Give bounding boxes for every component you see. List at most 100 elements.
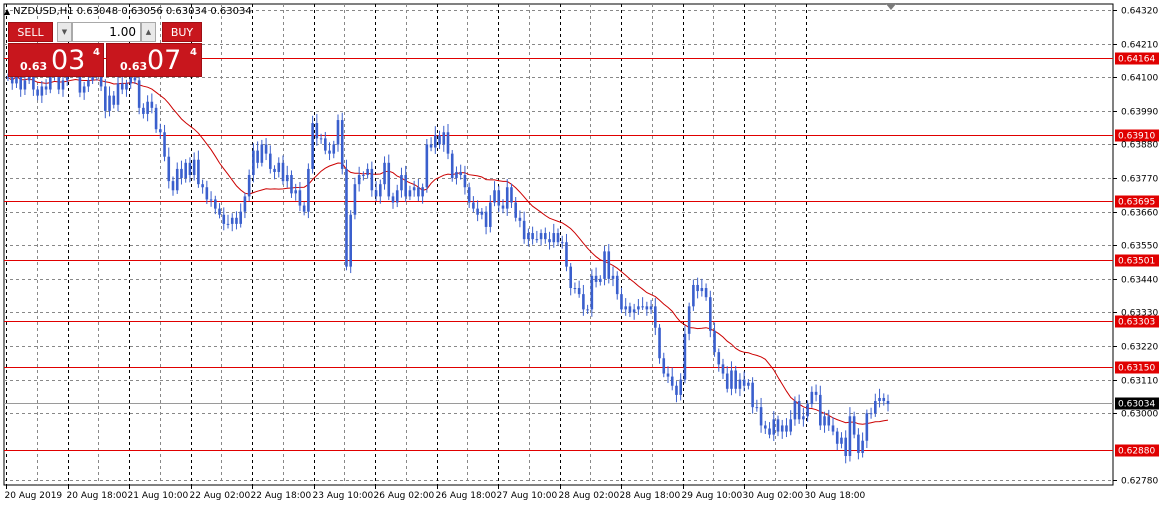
candle-body bbox=[725, 373, 729, 389]
candle-body bbox=[472, 202, 475, 209]
candle-body bbox=[256, 150, 259, 163]
candle-body bbox=[438, 135, 441, 145]
level-price-label: 0.63303 bbox=[1118, 318, 1155, 328]
buy-price-big: 07 bbox=[147, 45, 182, 76]
candle-body bbox=[806, 404, 809, 417]
lot-increase-button[interactable]: ▲ bbox=[141, 22, 156, 42]
candle-body bbox=[603, 251, 606, 279]
sell-price-box[interactable]: 0.63 03 4 bbox=[8, 43, 104, 77]
level-price-label: 0.64164 bbox=[1118, 55, 1155, 65]
candle-body bbox=[235, 217, 238, 224]
candle-body bbox=[637, 306, 640, 310]
candle-body bbox=[692, 284, 695, 307]
candle-body bbox=[400, 175, 403, 191]
candle-body bbox=[489, 202, 492, 227]
candle-body bbox=[772, 419, 776, 435]
candle-body bbox=[645, 306, 649, 310]
candle-body bbox=[379, 184, 382, 197]
candle-body bbox=[281, 162, 285, 182]
candle-body bbox=[61, 80, 65, 90]
y-tick-label: 0.63110 bbox=[1121, 377, 1158, 387]
candle-body bbox=[780, 425, 784, 432]
candle-body bbox=[353, 184, 357, 215]
candle-body bbox=[709, 297, 712, 331]
candle-body bbox=[713, 330, 716, 353]
candle-body bbox=[742, 379, 746, 386]
candle-body bbox=[108, 95, 111, 111]
candle-body bbox=[434, 135, 437, 148]
candle-body bbox=[607, 251, 611, 279]
candle-body bbox=[819, 394, 822, 426]
candle-body bbox=[404, 175, 407, 197]
candle-body bbox=[362, 175, 365, 177]
candle-body bbox=[539, 233, 543, 240]
candle-body bbox=[556, 233, 560, 243]
candle-body bbox=[319, 138, 323, 140]
candle-body bbox=[408, 190, 412, 197]
candle-body bbox=[328, 150, 331, 154]
trade-panel-top-row: SELL ▼ 1.00 ▲ BUY bbox=[8, 22, 202, 42]
candle-body bbox=[848, 416, 852, 456]
buy-price-prefix: 0.63 bbox=[120, 60, 148, 73]
candle-body bbox=[565, 242, 568, 267]
candle-body bbox=[683, 333, 687, 380]
candle-body bbox=[260, 144, 264, 163]
candle-body bbox=[861, 440, 864, 453]
candle-body bbox=[869, 413, 873, 415]
candle-body bbox=[82, 86, 86, 93]
candle-body bbox=[345, 168, 348, 267]
y-tick-label: 0.64320 bbox=[1121, 7, 1158, 17]
y-tick-label: 0.62780 bbox=[1121, 477, 1158, 487]
candle-body bbox=[40, 86, 44, 96]
x-tick-label: 23 Aug 10:00 bbox=[313, 491, 374, 501]
candle-body bbox=[764, 425, 767, 429]
candle-body bbox=[467, 187, 471, 203]
y-tick-label: 0.63550 bbox=[1121, 242, 1158, 252]
candle-body bbox=[649, 306, 653, 310]
candle-body bbox=[569, 266, 572, 289]
current-price-label: 0.63034 bbox=[1118, 400, 1155, 410]
candle-body bbox=[154, 107, 158, 130]
buy-price-box[interactable]: 0.63 07 4 bbox=[106, 43, 202, 77]
candle-body bbox=[230, 217, 234, 224]
candle-body bbox=[269, 153, 272, 169]
candle-body bbox=[218, 208, 221, 215]
buy-button[interactable]: BUY bbox=[162, 22, 202, 42]
candle-body bbox=[827, 416, 831, 426]
candle-body bbox=[412, 187, 416, 191]
candle-body bbox=[620, 294, 623, 310]
collapse-triangle-icon[interactable]: ▲ bbox=[4, 7, 10, 16]
candle-body bbox=[459, 171, 462, 176]
candle-body bbox=[759, 407, 763, 426]
chart-area[interactable]: 0.64164 0.63910 0.63695 0.63501 0.63303 0.631… bbox=[0, 0, 1163, 509]
candle-body bbox=[125, 83, 128, 90]
sell-button[interactable]: SELL bbox=[8, 22, 53, 42]
x-tick-label: 28 Aug 18:00 bbox=[620, 491, 681, 501]
candle-body bbox=[611, 275, 615, 279]
candle-body bbox=[857, 434, 860, 453]
candle-body bbox=[417, 187, 420, 197]
candle-body bbox=[302, 205, 306, 212]
candle-body bbox=[273, 168, 276, 172]
x-tick-label: 30 Aug 02:00 bbox=[743, 491, 804, 501]
lot-size-input[interactable]: 1.00 bbox=[72, 22, 141, 42]
candle-body bbox=[184, 162, 187, 179]
candle-body bbox=[294, 190, 297, 194]
candle-body bbox=[391, 196, 395, 203]
candle-body bbox=[675, 385, 678, 395]
candle-body bbox=[624, 306, 627, 310]
candle-body bbox=[793, 401, 797, 420]
candle-body bbox=[514, 202, 517, 218]
candle-body bbox=[814, 391, 818, 395]
candle-body bbox=[632, 309, 636, 313]
y-tick-label: 0.64210 bbox=[1121, 41, 1158, 51]
candle-body bbox=[285, 175, 289, 182]
candle-body bbox=[163, 132, 166, 157]
candle-body bbox=[129, 77, 132, 84]
candle-body bbox=[484, 211, 488, 227]
candle-body bbox=[336, 120, 340, 145]
candle-body bbox=[700, 288, 704, 292]
y-tick-label: 0.63220 bbox=[1121, 343, 1158, 353]
lot-decrease-button[interactable]: ▼ bbox=[57, 22, 72, 42]
candle-body bbox=[518, 217, 522, 221]
